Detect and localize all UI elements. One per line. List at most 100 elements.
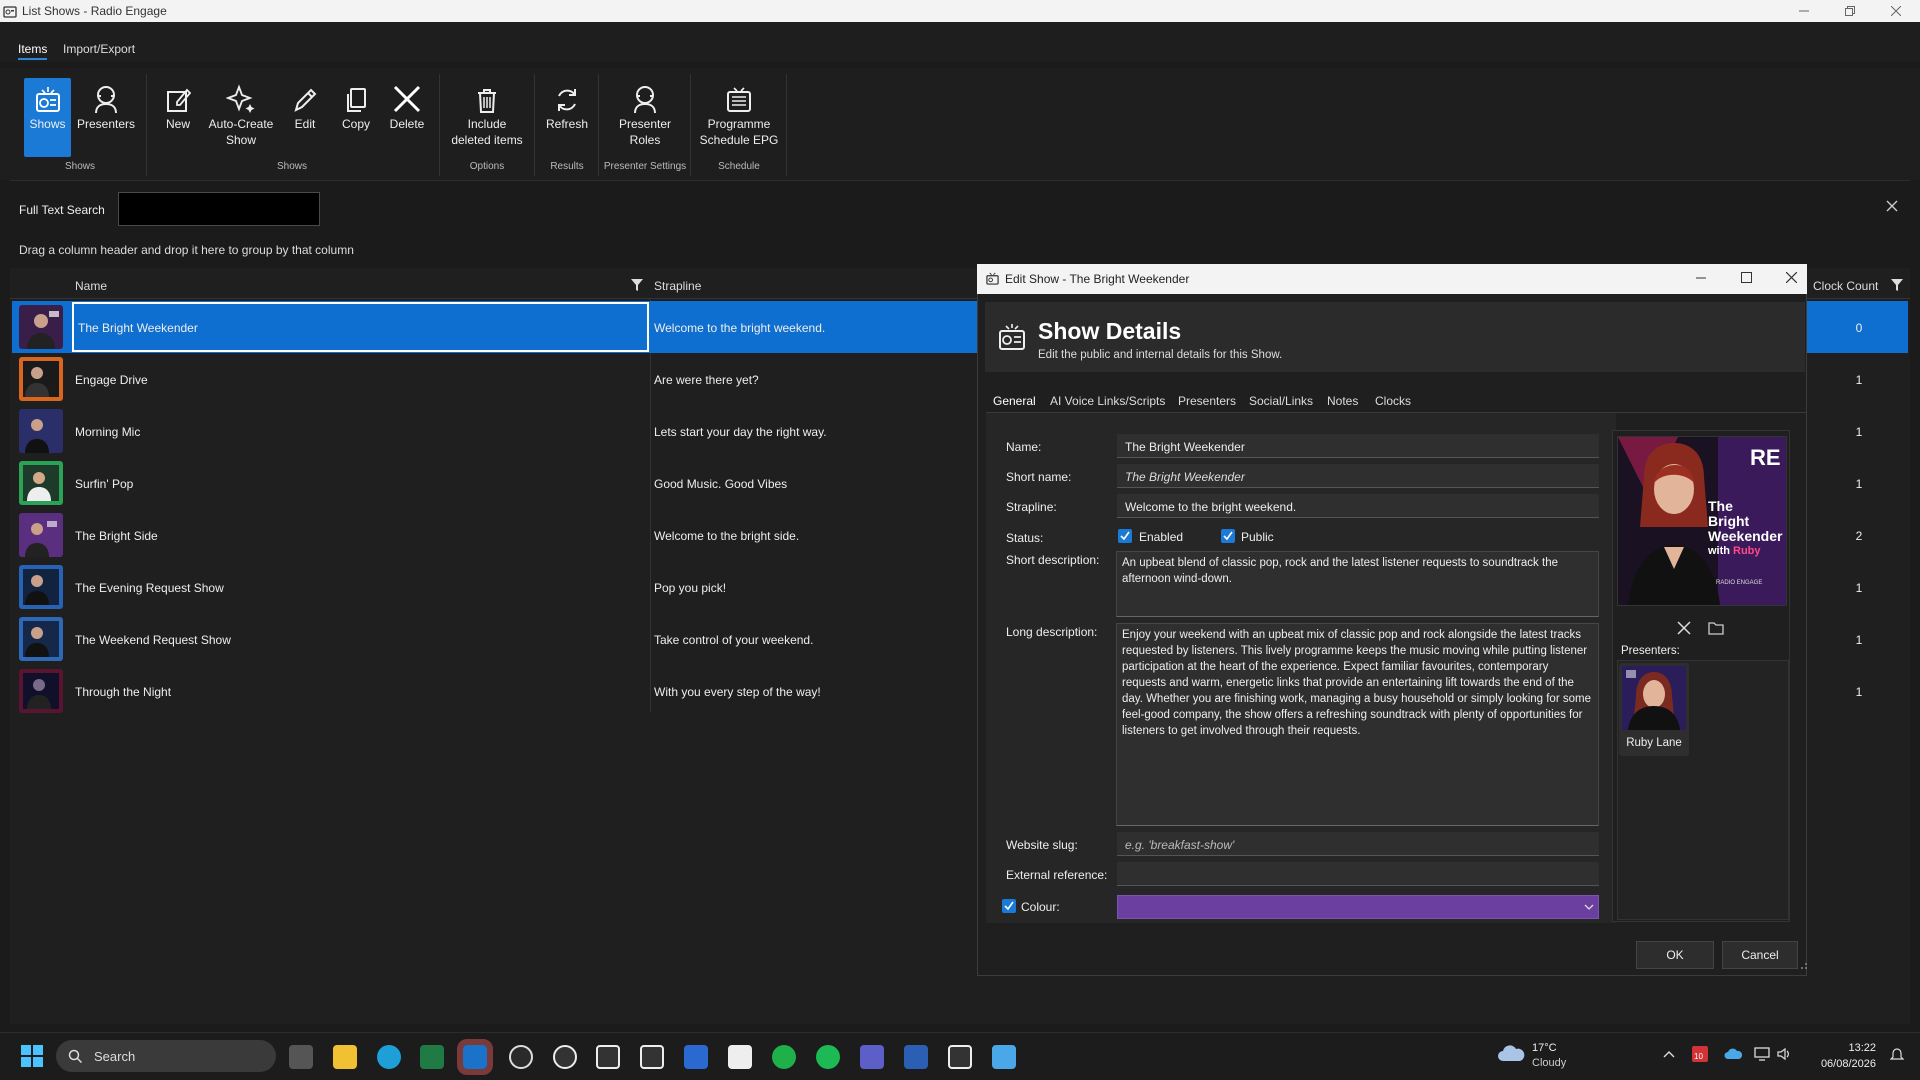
tab-social-links[interactable]: Social/Links [1249,394,1313,408]
short-description-field[interactable]: An upbeat blend of classic pop, rock and… [1116,551,1599,617]
group-label-shows-actions: Shows [276,161,307,172]
colour-picker[interactable] [1117,895,1599,919]
spotify-icon[interactable] [816,1045,840,1069]
app-icon[interactable] [992,1045,1016,1069]
task-view-icon[interactable] [289,1045,313,1069]
outlook-icon[interactable] [457,1039,493,1075]
row-clock-count: 1 [1855,581,1863,595]
long-description-field[interactable]: Enjoy your weekend with an upbeat mix of… [1116,623,1599,826]
dialog-maximize-button[interactable] [1741,272,1752,283]
dialog-close-button[interactable] [1786,272,1797,283]
tab-clocks[interactable]: Clocks [1375,394,1411,408]
auto-create-show-button[interactable]: Auto-Create Show [204,78,278,157]
media-player-icon[interactable] [640,1045,664,1069]
tab-presenters[interactable]: Presenters [1178,394,1236,408]
row-name: Engage Drive [75,373,148,387]
file-explorer-icon[interactable] [333,1045,357,1069]
check-icon [1004,901,1014,911]
column-header-name[interactable]: Name [75,279,107,293]
ribbon-separator [690,74,691,176]
volume-icon[interactable] [1776,1047,1792,1061]
cancel-button[interactable]: Cancel [1722,941,1798,969]
include-deleted-button[interactable]: Include deleted items [448,78,526,157]
shows-button[interactable]: Shows [24,78,71,157]
notifications-bell-icon[interactable] [1890,1046,1904,1062]
refresh-button[interactable]: Refresh [543,78,591,157]
clock-date: 06/08/2026 [1820,1058,1876,1070]
maximize-icon [1741,272,1752,283]
minimize-button[interactable] [1781,0,1827,22]
chevron-up-icon[interactable] [1663,1050,1675,1058]
enabled-label: Enabled [1139,530,1184,544]
refresh-icon [558,89,576,111]
website-slug-field[interactable]: e.g. 'breakfast-show' [1117,832,1599,856]
show-thumbnail [19,461,63,505]
name-field[interactable]: The Bright Weekender [1117,434,1599,458]
programme-schedule-epg-button[interactable]: Programme Schedule EPG [697,78,781,157]
taskbar-search[interactable]: Search [56,1040,276,1072]
ribbon-separator [146,74,147,176]
schedule-radio-icon [727,87,751,112]
browse-image-button[interactable] [1708,621,1724,635]
website-slug-label: Website slug: [1006,838,1078,852]
close-icon [1786,272,1797,283]
excel-icon[interactable] [420,1045,444,1069]
remove-image-button[interactable] [1677,621,1691,635]
app-icon[interactable] [948,1045,972,1069]
auto-create-label-2: Show [225,133,257,147]
column-header-clock-count[interactable]: Clock Count [1813,279,1878,293]
new-button[interactable]: New [160,78,196,157]
show-thumbnail [19,617,63,661]
resize-grip-icon[interactable] [1798,960,1808,970]
presenters-label: Presenters: [1621,645,1680,657]
full-text-search-input[interactable] [118,192,320,226]
start-icon[interactable] [20,1044,44,1068]
maximize-button[interactable] [1827,0,1873,22]
app-icon[interactable] [553,1045,577,1069]
ribbon-divider [10,180,1910,181]
colour-checkbox[interactable] [1002,899,1016,913]
public-checkbox[interactable] [1221,529,1235,543]
radio-icon [986,272,999,285]
artwork-brand: RE [1750,445,1781,470]
short-name-field[interactable]: The Bright Weekender [1117,464,1599,488]
radio-engage-icon[interactable] [596,1045,620,1069]
close-window-button[interactable] [1873,0,1919,22]
edge-icon[interactable] [377,1045,401,1069]
notification-app-icon[interactable]: 10 [1692,1046,1708,1062]
enabled-checkbox[interactable] [1118,529,1132,543]
copy-button[interactable]: Copy [339,78,373,157]
strapline-field[interactable]: Welcome to the bright weekend. [1117,494,1599,518]
radio-icon [998,322,1026,352]
ribbon-tab-strip [0,22,1920,62]
ok-button[interactable]: OK [1636,941,1714,969]
edit-button[interactable]: Edit [288,78,322,157]
close-panel-button[interactable] [1886,200,1898,212]
tab-items[interactable]: Items [18,42,48,60]
app-icon[interactable] [772,1045,796,1069]
word-icon[interactable] [904,1045,928,1069]
teams-icon[interactable] [860,1045,884,1069]
app-icon[interactable] [728,1045,752,1069]
row-strapline: Good Music. Good Vibes [654,477,788,491]
tab-import-export[interactable]: Import/Export [63,42,135,56]
delete-button[interactable]: Delete [385,78,429,157]
tab-notes[interactable]: Notes [1327,394,1358,408]
presenter-card[interactable]: Ruby Lane [1619,663,1689,756]
presenter-roles-button[interactable]: Presenter Roles [612,78,678,157]
dialog-minimize-button[interactable] [1696,273,1706,283]
presenters-button[interactable]: Presenters [76,78,136,157]
copy-button-label: Copy [341,117,370,131]
ribbon-separator [786,74,787,176]
external-reference-field[interactable] [1117,862,1599,886]
window-titlebar: List Shows - Radio Engage [0,0,1920,22]
column-header-strapline[interactable]: Strapline [654,279,701,293]
app-icon[interactable] [684,1045,708,1069]
filter-icon[interactable] [1890,278,1904,292]
delete-x-icon [393,85,421,113]
filter-icon[interactable] [630,278,644,292]
onedrive-icon[interactable] [1724,1048,1742,1060]
network-icon[interactable] [1754,1047,1770,1061]
chatgpt-icon[interactable] [509,1045,533,1069]
tab-ai-voice-links[interactable]: AI Voice Links/Scripts [1050,394,1165,408]
